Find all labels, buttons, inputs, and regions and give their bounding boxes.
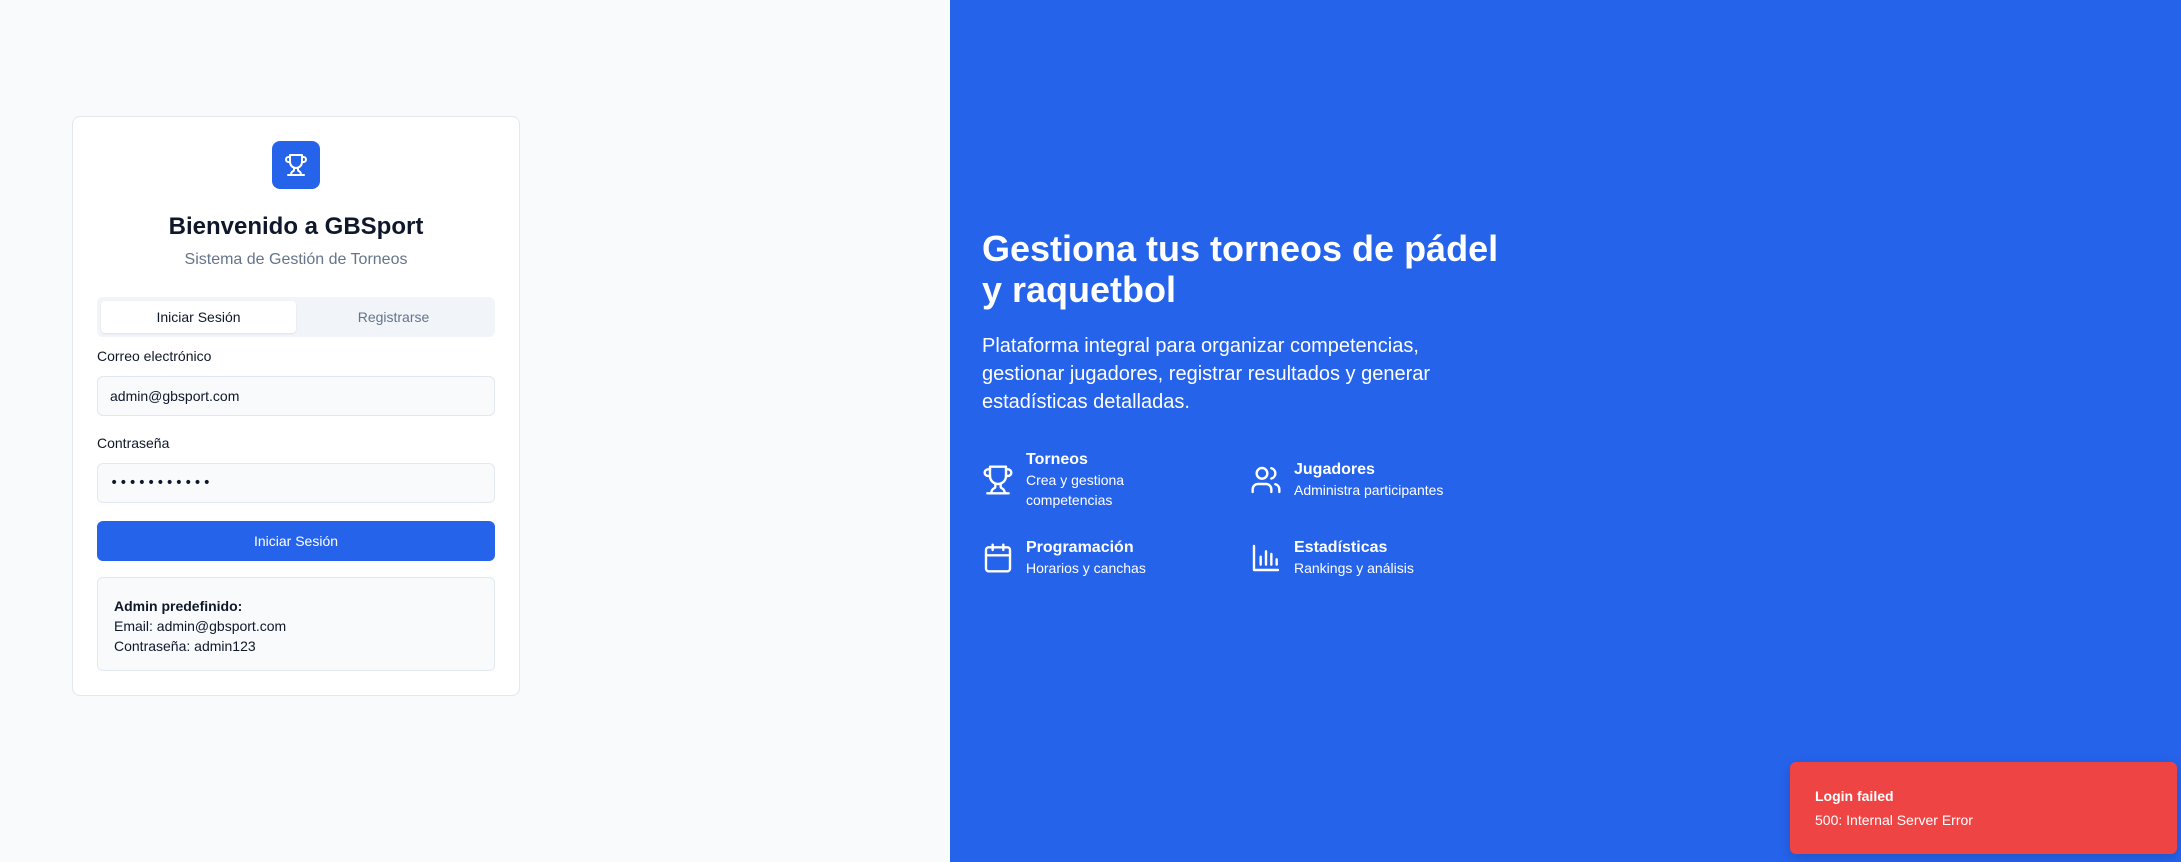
- feature-description: Rankings y análisis: [1294, 560, 1414, 576]
- auth-tabs: Iniciar Sesión Registrarse: [97, 297, 495, 337]
- feature-jugadores: Jugadores Administra participantes: [1250, 460, 1500, 500]
- feature-description: Administra participantes: [1294, 482, 1444, 498]
- tab-register[interactable]: Registrarse: [296, 301, 491, 333]
- login-card: Bienvenido a GBSport Sistema de Gestión …: [72, 116, 520, 696]
- tab-login[interactable]: Iniciar Sesión: [101, 301, 296, 333]
- email-field[interactable]: admin@gbsport.com: [97, 376, 495, 416]
- password-field[interactable]: •••••••••••: [97, 463, 495, 503]
- login-pane: Bienvenido a GBSport Sistema de Gestión …: [0, 0, 950, 862]
- email-label: Correo electrónico: [97, 348, 212, 364]
- toast-title: Login failed: [1815, 788, 1894, 804]
- feature-description: Horarios y canchas: [1026, 560, 1146, 576]
- hero-title: Gestiona tus torneos de pádel y raquetbo…: [982, 228, 1499, 310]
- logo-badge: [272, 141, 320, 189]
- users-icon: [1251, 466, 1281, 494]
- email-value: admin@gbsport.com: [110, 388, 240, 404]
- password-value: •••••••••••: [110, 475, 212, 491]
- feature-torneos: Torneos Crea y gestiona competencias: [982, 450, 1232, 510]
- card-subtitle: Sistema de Gestión de Torneos: [184, 251, 408, 268]
- calendar-icon: [984, 543, 1012, 573]
- feature-estadisticas: Estadísticas Rankings y análisis: [1250, 538, 1500, 578]
- feature-programacion: Programación Horarios y canchas: [982, 538, 1232, 578]
- default-admin-email: Email: admin@gbsport.com: [114, 618, 287, 634]
- error-toast[interactable]: Login failed 500: Internal Server Error: [1790, 762, 2177, 854]
- bar-chart-icon: [1252, 544, 1280, 572]
- default-admin-password: Contraseña: admin123: [114, 638, 256, 654]
- default-admin-info: Admin predefinido: Email: admin@gbsport.…: [97, 577, 495, 671]
- feature-title: Torneos: [1026, 451, 1088, 468]
- feature-description: Crea y gestiona competencias: [1026, 472, 1125, 508]
- feature-title: Estadísticas: [1294, 539, 1388, 556]
- hero-description: Plataforma integral para organizar compe…: [982, 335, 1431, 413]
- trophy-icon: [983, 465, 1013, 495]
- toast-message: 500: Internal Server Error: [1815, 812, 1973, 828]
- feature-title: Programación: [1026, 539, 1134, 556]
- hero-pane: Gestiona tus torneos de pádel y raquetbo…: [950, 0, 2181, 862]
- card-title: Bienvenido a GBSport: [168, 213, 424, 240]
- password-label: Contraseña: [97, 435, 170, 451]
- default-admin-title: Admin predefinido:: [114, 598, 243, 614]
- feature-title: Jugadores: [1294, 461, 1375, 478]
- login-button[interactable]: Iniciar Sesión: [97, 521, 495, 561]
- trophy-icon: [285, 154, 307, 176]
